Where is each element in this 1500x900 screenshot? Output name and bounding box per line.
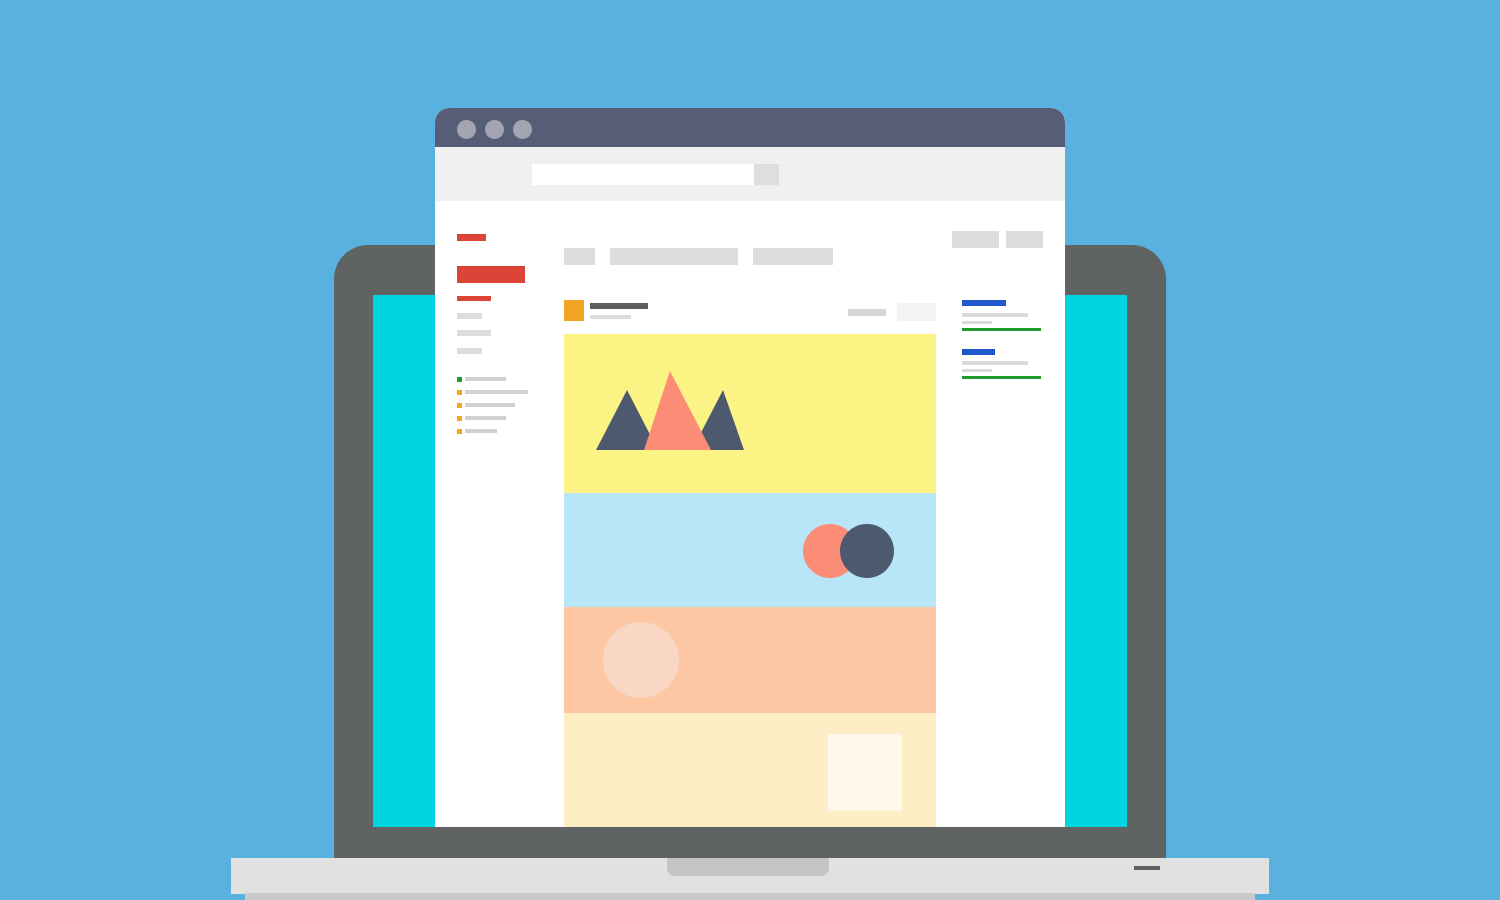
post-action-button[interactable]: [897, 303, 936, 321]
sidebar-snippet: [962, 321, 992, 324]
sidebar-link[interactable]: [962, 300, 1006, 306]
circles-icon: [803, 524, 894, 578]
post-avatar[interactable]: [564, 300, 584, 321]
mountains-icon: [596, 371, 744, 450]
laptop-base-edge: [245, 893, 1255, 900]
label-dot-icon: [457, 416, 462, 421]
sidebar-item[interactable]: [457, 330, 491, 336]
minimize-dot-icon[interactable]: [485, 120, 504, 139]
label-item[interactable]: [465, 403, 515, 407]
address-bar-input[interactable]: [532, 164, 754, 185]
sidebar-item[interactable]: [457, 348, 482, 354]
label-item[interactable]: [465, 390, 528, 394]
label-item[interactable]: [465, 416, 506, 420]
post-meta: [590, 315, 631, 319]
nav-tab[interactable]: [753, 248, 833, 265]
sidebar-label-list: [457, 377, 537, 437]
header-button[interactable]: [1006, 231, 1043, 248]
sun-icon: [603, 622, 679, 698]
browser-titlebar: [435, 108, 1065, 147]
browser-window: [435, 108, 1065, 827]
sidebar-item[interactable]: [457, 313, 482, 319]
laptop-status-light: [1134, 866, 1160, 870]
label-item[interactable]: [465, 429, 497, 433]
laptop-opening-notch: [667, 858, 829, 876]
post-image[interactable]: [564, 334, 936, 827]
label-item[interactable]: [465, 377, 506, 381]
sidebar-link[interactable]: [962, 349, 995, 355]
image-band-blue: [564, 493, 936, 607]
label-dot-icon: [457, 377, 462, 382]
image-band-cream: [564, 713, 936, 827]
square-pale: [828, 734, 902, 811]
label-dot-icon: [457, 390, 462, 395]
compose-button[interactable]: [457, 266, 525, 283]
sidebar-snippet: [962, 361, 1028, 365]
post-author[interactable]: [590, 303, 648, 309]
nav-tab[interactable]: [564, 248, 595, 265]
circle-navy: [840, 524, 894, 578]
search-button[interactable]: [754, 164, 779, 185]
mountain-center: [644, 371, 711, 450]
maximize-dot-icon[interactable]: [513, 120, 532, 139]
sidebar-snippet: [962, 369, 992, 372]
image-band-yellow: [564, 334, 936, 493]
nav-tab[interactable]: [610, 248, 738, 265]
label-dot-icon: [457, 403, 462, 408]
sidebar-url-line: [962, 376, 1041, 379]
header-button[interactable]: [952, 231, 999, 248]
label-dot-icon: [457, 429, 462, 434]
site-logo[interactable]: [457, 234, 486, 241]
sidebar-item-active[interactable]: [457, 296, 491, 301]
circle-pale: [603, 622, 679, 698]
close-dot-icon[interactable]: [457, 120, 476, 139]
image-band-peach: [564, 607, 936, 713]
sidebar-snippet: [962, 313, 1028, 317]
post-timestamp: [848, 309, 886, 316]
sidebar-url-line: [962, 328, 1041, 331]
